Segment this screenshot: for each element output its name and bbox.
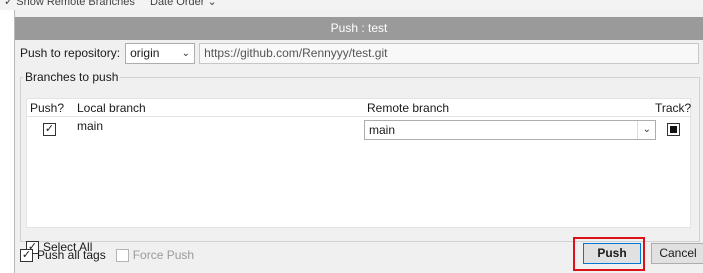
repository-url-field[interactable]: https://github.com/Rennyyy/test.git xyxy=(199,42,700,64)
date-order-option: Date Order ⌄ xyxy=(150,0,217,8)
branches-group: Branches to push Push? Local branch Remo… xyxy=(20,70,700,254)
dialog-title: Push : test xyxy=(15,17,703,40)
push-dialog: Push : test Push to repository: origin ⌄… xyxy=(14,10,703,273)
branches-group-label: Branches to push xyxy=(25,70,119,84)
checkmark-icon: ✓ xyxy=(44,123,55,135)
push-button-highlight xyxy=(573,237,645,271)
push-checkbox[interactable]: ✓ xyxy=(43,123,56,136)
remote-branch-value: main xyxy=(369,123,396,137)
push-all-tags-checkbox[interactable]: ✓ xyxy=(20,248,33,262)
push-all-tags-label: Push all tags xyxy=(37,248,106,262)
options-row: ✓ Push all tags Force Push xyxy=(20,246,194,264)
background-toolbar: ✓ Show Remote Branches Date Order ⌄ xyxy=(0,0,703,10)
track-checkbox[interactable] xyxy=(667,123,680,136)
show-remote-branches-option: ✓ Show Remote Branches xyxy=(4,0,135,8)
repository-value: origin xyxy=(130,45,160,60)
column-header-push[interactable]: Push? xyxy=(30,101,64,115)
checkmark-icon: ✓ xyxy=(21,248,32,261)
table-header: Push? Local branch Remote branch Track? xyxy=(27,99,691,117)
column-header-remote-branch[interactable]: Remote branch xyxy=(367,101,449,115)
repository-label: Push to repository: xyxy=(20,46,121,60)
remote-branch-dropdown[interactable]: main ⌄ xyxy=(364,120,656,140)
branches-table: Push? Local branch Remote branch Track? … xyxy=(26,98,691,228)
chevron-down-icon: ⌄ xyxy=(642,124,651,135)
chevron-down-icon: ⌄ xyxy=(181,47,191,59)
column-header-track[interactable]: Track? xyxy=(655,101,691,115)
column-header-local-branch[interactable]: Local branch xyxy=(77,101,146,115)
repository-row: Push to repository: origin ⌄ https://git… xyxy=(20,42,700,64)
table-row[interactable]: ✓ main main ⌄ xyxy=(27,118,690,140)
cancel-button[interactable]: Cancel xyxy=(651,243,703,264)
repository-dropdown[interactable]: origin ⌄ xyxy=(125,42,196,64)
local-branch-cell: main xyxy=(77,119,104,133)
force-push-label: Force Push xyxy=(132,248,195,262)
force-push-checkbox[interactable] xyxy=(115,248,129,262)
dropdown-divider xyxy=(637,121,638,139)
checked-square-icon xyxy=(670,126,677,133)
